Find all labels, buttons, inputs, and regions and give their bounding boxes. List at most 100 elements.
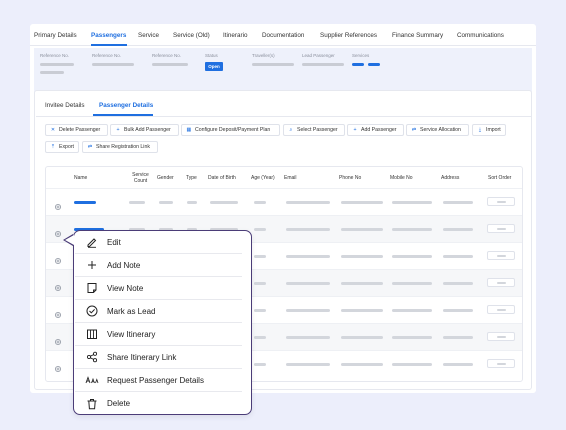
table-row[interactable] [46,188,522,215]
divider [36,116,532,117]
tab-passengers[interactable]: Passengers [91,32,126,39]
cell-placeholder [341,228,383,231]
active-tab-indicator [91,44,127,46]
search-icon: ⌕ [289,126,293,133]
link-icon: ⇄ [411,127,417,133]
button-label: Export [59,144,74,150]
summary-value-placeholder [152,63,188,66]
cell-placeholder [341,309,383,312]
summary-label: Reference No. [40,53,70,58]
service-allocation-button[interactable]: ⇄ Service Allocation [406,124,469,136]
row-settings-icon[interactable] [54,306,62,319]
column-header-service-count[interactable]: Service Count [128,167,153,188]
tab-itinerario[interactable]: Itinerario [223,32,248,39]
summary-value-placeholder [92,63,134,66]
summary-value-placeholder [40,71,64,74]
menu-item-share-itinerary-link[interactable]: Share Itinerary Link [75,346,242,369]
row-settings-icon[interactable] [54,252,62,265]
main-tabs: Primary Details Passengers Service Servi… [30,24,536,46]
cell-placeholder [286,201,330,204]
menu-item-add-note[interactable]: Add Note [75,254,242,277]
summary-label: Reference No. [152,53,182,58]
trash-icon [85,397,99,411]
tab-passenger-details[interactable]: Passenger Details [99,102,153,109]
request-text-icon [85,373,99,387]
column-header-gender[interactable]: Gender [157,167,174,188]
sort-order-input[interactable] [487,359,515,368]
menu-item-view-itinerary[interactable]: View Itinerary [75,323,242,346]
row-settings-icon[interactable] [54,198,62,211]
menu-item-request-passenger-details[interactable]: Request Passenger Details [75,369,242,392]
button-label: Configure Deposit/Payment Plan [195,127,271,133]
menu-item-label: Share Itinerary Link [107,352,177,362]
pencil-icon [85,235,99,249]
summary-value-placeholder [40,63,74,66]
sort-order-input[interactable] [487,224,515,233]
sort-order-input[interactable] [487,305,515,314]
summary-label: Traveller(s) [252,53,275,58]
column-header-phone[interactable]: Phone No [339,167,361,188]
cell-placeholder [159,201,173,204]
cell-placeholder [341,255,383,258]
menu-item-label: View Itinerary [107,329,156,339]
export-button[interactable]: ⤒ Export [45,141,79,153]
menu-item-view-note[interactable]: View Note [75,277,242,300]
button-label: Add Passenger [361,127,397,133]
tab-primary-details[interactable]: Primary Details [34,32,77,39]
summary-value-placeholder [252,63,294,66]
column-header-date-of-birth[interactable]: Date of Birth [208,167,236,188]
close-icon: ✕ [50,127,56,133]
cell-placeholder [286,255,330,258]
row-settings-icon[interactable] [54,360,62,373]
menu-item-label: Edit [107,237,121,247]
delete-passenger-button[interactable]: ✕ Delete Passenger [45,124,108,136]
column-header-sort-order[interactable]: Sort Order [488,167,511,188]
cell-placeholder [443,228,473,231]
row-settings-icon[interactable] [54,225,62,238]
sort-order-input[interactable] [487,332,515,341]
cell-placeholder [392,228,432,231]
import-button[interactable]: ⤓ Import [472,124,506,136]
cell-placeholder [187,201,197,204]
tab-invitee-details[interactable]: Invitee Details [45,102,85,109]
tab-service[interactable]: Service [138,32,159,39]
column-header-name[interactable]: Name [74,167,87,188]
cell-placeholder [254,228,266,231]
cell-placeholder [254,282,266,285]
status-badge: Open [205,62,223,71]
column-header-age[interactable]: Age (Year) [251,167,275,188]
menu-item-edit[interactable]: Edit [75,231,242,254]
cell-placeholder [341,201,383,204]
passenger-name-link[interactable] [74,201,96,204]
column-header-email[interactable]: Email [284,167,297,188]
cell-placeholder [443,282,473,285]
row-settings-icon[interactable] [54,333,62,346]
bulk-add-passenger-button[interactable]: + Bulk Add Passenger [110,124,179,136]
tab-communications[interactable]: Communications [457,32,504,39]
column-header-address[interactable]: Address [441,167,459,188]
select-passenger-button[interactable]: ⌕ Select Passenger [283,124,345,136]
cell-placeholder [392,336,432,339]
menu-item-delete[interactable]: Delete [75,392,242,415]
menu-item-mark-as-lead[interactable]: Mark as Lead [75,300,242,323]
tab-supplier-references[interactable]: Supplier References [320,32,377,39]
column-header-type[interactable]: Type [186,167,197,188]
column-header-mobile[interactable]: Mobile No [390,167,413,188]
cell-placeholder [254,255,266,258]
tab-service-old[interactable]: Service (Old) [173,32,210,39]
summary-label: Lead Passenger [302,53,335,58]
share-registration-link-button[interactable]: ⇄ Share Registration Link [82,141,158,153]
sort-order-input[interactable] [487,251,515,260]
tab-documentation[interactable]: Documentation [262,32,304,39]
cell-placeholder [341,282,383,285]
add-passenger-button[interactable]: + Add Passenger [347,124,404,136]
cell-placeholder [254,363,266,366]
sort-order-input[interactable] [487,197,515,206]
row-settings-icon[interactable] [54,279,62,292]
tab-finance-summary[interactable]: Finance Summary [392,32,443,39]
cell-placeholder [254,201,266,204]
configure-deposit-button[interactable]: ▦ Configure Deposit/Payment Plan [181,124,280,136]
sort-order-input[interactable] [487,278,515,287]
menu-pointer-fill [65,235,74,245]
check-circle-icon [85,304,99,318]
